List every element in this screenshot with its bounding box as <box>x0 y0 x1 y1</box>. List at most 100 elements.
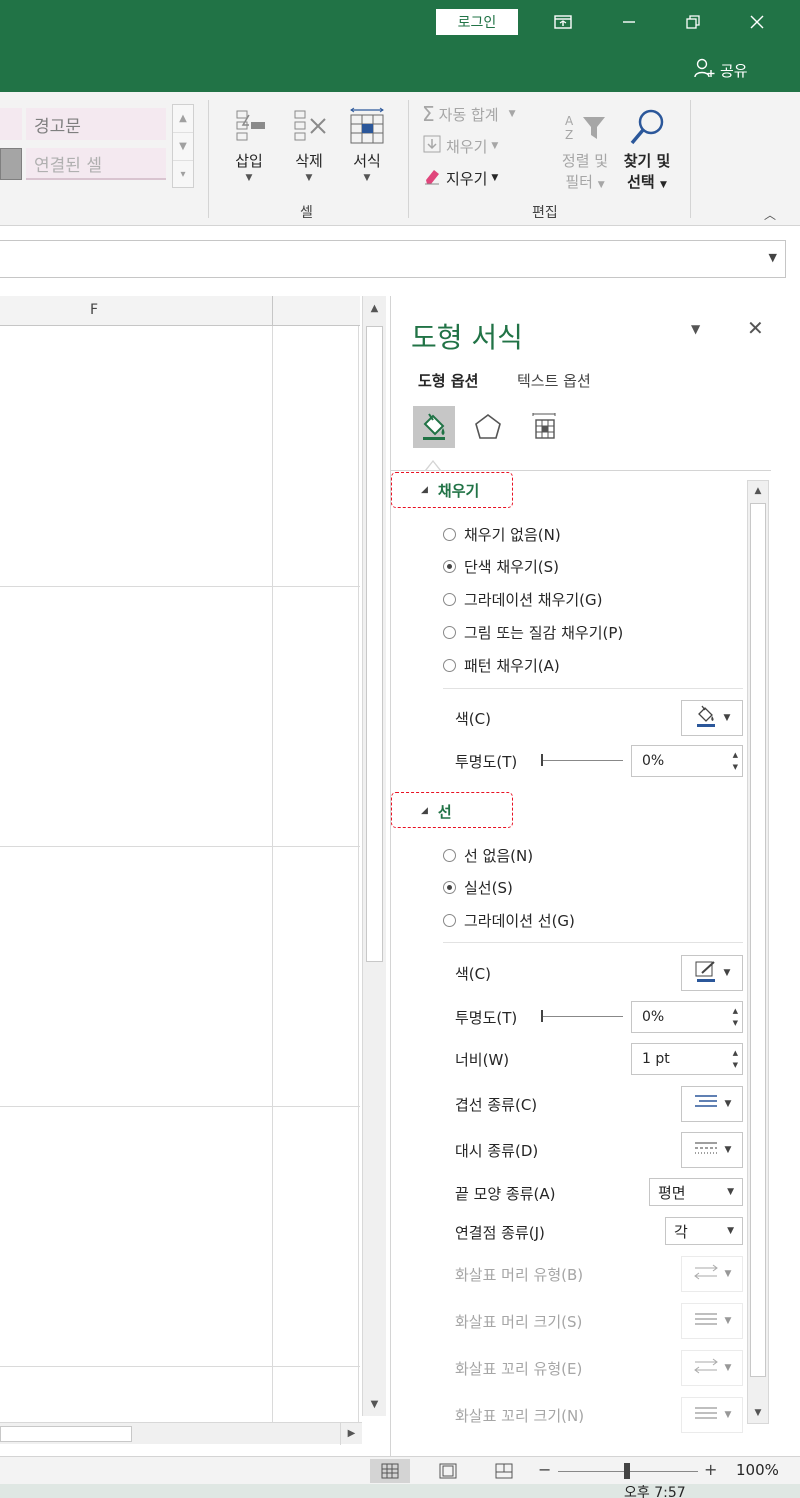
cap-type-select[interactable]: 평면 ▼ <box>649 1178 743 1206</box>
radio-solid-fill[interactable]: 단색 채우기(S) <box>443 554 559 578</box>
spin-arrows-icon[interactable]: ▲ ▼ <box>733 749 738 773</box>
formula-bar[interactable]: ▼ <box>0 240 786 278</box>
scroll-thumb[interactable] <box>0 1426 132 1442</box>
close-pane-icon[interactable]: ✕ <box>747 316 764 340</box>
radio-button[interactable] <box>443 625 456 639</box>
radio-button[interactable] <box>443 880 456 894</box>
compound-type-dropdown[interactable]: ▼ <box>681 1086 743 1122</box>
column-header-f[interactable]: F <box>90 302 98 318</box>
slider-track[interactable] <box>543 1016 623 1017</box>
taskbar: 오후 7:57 <box>0 1484 800 1498</box>
line-width-input[interactable]: 1 pt ▲ ▼ <box>631 1043 743 1075</box>
restore-icon[interactable] <box>678 8 708 36</box>
clear-button[interactable]: 지우기 ▼ <box>422 166 498 190</box>
begin-arrow-size-dropdown[interactable]: ▼ <box>681 1303 743 1339</box>
fill-line-category-icon[interactable] <box>413 406 455 448</box>
taskbar-clock: 오후 7:57 <box>624 1485 686 1498</box>
tab-shape-options[interactable]: 도형 옵션 <box>418 370 478 391</box>
scroll-down-icon[interactable]: ▼ <box>173 133 193 161</box>
fill-transparency-slider[interactable] <box>541 749 623 773</box>
cell-styles-scroll[interactable]: ▲ ▼ ▾ <box>172 104 194 188</box>
radio-solid-line[interactable]: 실선(S) <box>443 875 513 899</box>
spin-arrows-icon[interactable]: ▲ ▼ <box>733 1047 738 1071</box>
collapse-ribbon-icon[interactable]: ︿ <box>764 206 776 223</box>
select-value: 평면 <box>658 1183 686 1202</box>
person-add-icon <box>694 58 716 82</box>
autosum-button[interactable]: Σ 자동 합계 ▼ <box>422 102 516 126</box>
minimize-icon[interactable] <box>614 8 644 36</box>
insert-button[interactable]: 삽입 ▼ <box>224 104 274 183</box>
eraser-icon <box>422 166 442 190</box>
scroll-right-icon[interactable]: ▶ <box>340 1423 362 1445</box>
task-pane-options-icon[interactable]: ▼ <box>691 322 700 336</box>
delete-button[interactable]: 삭제 ▼ <box>284 104 334 183</box>
ribbon-display-options-icon[interactable] <box>548 8 578 36</box>
fill-section-header[interactable]: ◢ 채우기 <box>421 478 479 502</box>
zoom-in-icon[interactable]: + <box>704 1460 717 1479</box>
radio-gradient-line[interactable]: 그라데이션 선(G) <box>443 908 575 932</box>
begin-arrow-type-dropdown[interactable]: ▼ <box>681 1256 743 1292</box>
fill-color-dropdown[interactable]: ▼ <box>681 700 743 736</box>
scroll-down-icon[interactable]: ▼ <box>363 1394 386 1416</box>
format-button[interactable]: 서식 ▼ <box>342 104 392 183</box>
fill-transparency-input[interactable]: 0% ▲ ▼ <box>631 745 743 777</box>
more-styles-icon[interactable]: ▾ <box>173 161 193 189</box>
effects-pentagon-icon[interactable] <box>467 406 509 448</box>
gridline <box>0 846 360 847</box>
size-properties-icon[interactable] <box>523 406 565 448</box>
line-transparency-slider[interactable] <box>541 1005 623 1029</box>
format-shape-pane: 도형 서식 ▼ ✕ 도형 옵션 텍스트 옵션 ▲ ▼ ◢ 채우기 채우기 없음(… <box>390 296 800 1456</box>
normal-view-icon[interactable] <box>370 1459 410 1483</box>
scroll-up-icon[interactable]: ▲ <box>748 481 768 501</box>
dash-type-dropdown[interactable]: ▼ <box>681 1132 743 1168</box>
zoom-level[interactable]: 100% <box>736 1461 779 1479</box>
zoom-slider-handle[interactable] <box>624 1463 630 1479</box>
cell-style-warning-text[interactable]: 경고문 <box>26 108 166 140</box>
sheet-horizontal-scrollbar[interactable]: ▶ <box>0 1422 362 1445</box>
scroll-up-icon[interactable]: ▲ <box>173 105 193 133</box>
radio-pattern-fill[interactable]: 패턴 채우기(A) <box>443 653 560 677</box>
line-color-dropdown[interactable]: ▼ <box>681 955 743 991</box>
fill-button[interactable]: 채우기 ▼ <box>422 134 498 158</box>
svg-text:A: A <box>565 114 574 128</box>
scroll-thumb[interactable] <box>750 503 766 1377</box>
close-window-icon[interactable] <box>742 8 772 36</box>
spin-arrows-icon[interactable]: ▲ ▼ <box>733 1005 738 1029</box>
end-arrow-size-dropdown[interactable]: ▼ <box>681 1397 743 1433</box>
sheet-vertical-scrollbar[interactable]: ▲ ▼ <box>362 296 386 1416</box>
scroll-up-icon[interactable]: ▲ <box>363 298 386 320</box>
radio-button[interactable] <box>443 559 456 573</box>
slider-track[interactable] <box>543 760 623 761</box>
spin-value: 0% <box>642 1009 665 1025</box>
line-transparency-input[interactable]: 0% ▲ ▼ <box>631 1001 743 1033</box>
cell-style-partial[interactable] <box>0 108 22 140</box>
scroll-down-icon[interactable]: ▼ <box>748 1403 768 1423</box>
expand-formula-bar-icon[interactable]: ▼ <box>769 251 777 264</box>
find-select-button[interactable]: 찾기 및 선택 ▼ <box>616 104 678 192</box>
radio-no-fill[interactable]: 채우기 없음(N) <box>443 522 561 546</box>
tab-text-options[interactable]: 텍스트 옵션 <box>517 370 591 391</box>
worksheet[interactable]: F ▲ ▼ ▶ <box>0 296 388 1456</box>
scroll-thumb[interactable] <box>366 326 383 962</box>
radio-button[interactable] <box>443 592 456 606</box>
sort-filter-button[interactable]: AZ 정렬 및 필터 ▼ <box>554 104 616 192</box>
cell-style-check-cell[interactable] <box>0 148 22 180</box>
radio-picture-fill[interactable]: 그림 또는 질감 채우기(P) <box>443 620 623 644</box>
radio-button[interactable] <box>443 913 456 927</box>
radio-no-line[interactable]: 선 없음(N) <box>443 843 533 867</box>
radio-gradient-fill[interactable]: 그라데이션 채우기(G) <box>443 587 603 611</box>
zoom-out-icon[interactable]: − <box>538 1460 551 1479</box>
end-arrow-type-dropdown[interactable]: ▼ <box>681 1350 743 1386</box>
cell-style-linked-cell[interactable]: 연결된 셀 <box>26 148 166 180</box>
page-layout-view-icon[interactable] <box>428 1459 468 1483</box>
page-break-view-icon[interactable] <box>484 1459 524 1483</box>
pane-vertical-scrollbar[interactable]: ▲ ▼ <box>747 480 769 1424</box>
join-type-select[interactable]: 각 ▼ <box>665 1217 743 1245</box>
login-button[interactable]: 로그인 <box>436 9 518 35</box>
line-section-header[interactable]: ◢ 선 <box>421 799 452 823</box>
radio-button[interactable] <box>443 527 456 541</box>
autosum-dropdown-icon: ▼ <box>508 109 516 119</box>
share-button[interactable]: 공유 <box>694 58 748 82</box>
radio-button[interactable] <box>443 658 456 672</box>
radio-button[interactable] <box>443 848 456 862</box>
